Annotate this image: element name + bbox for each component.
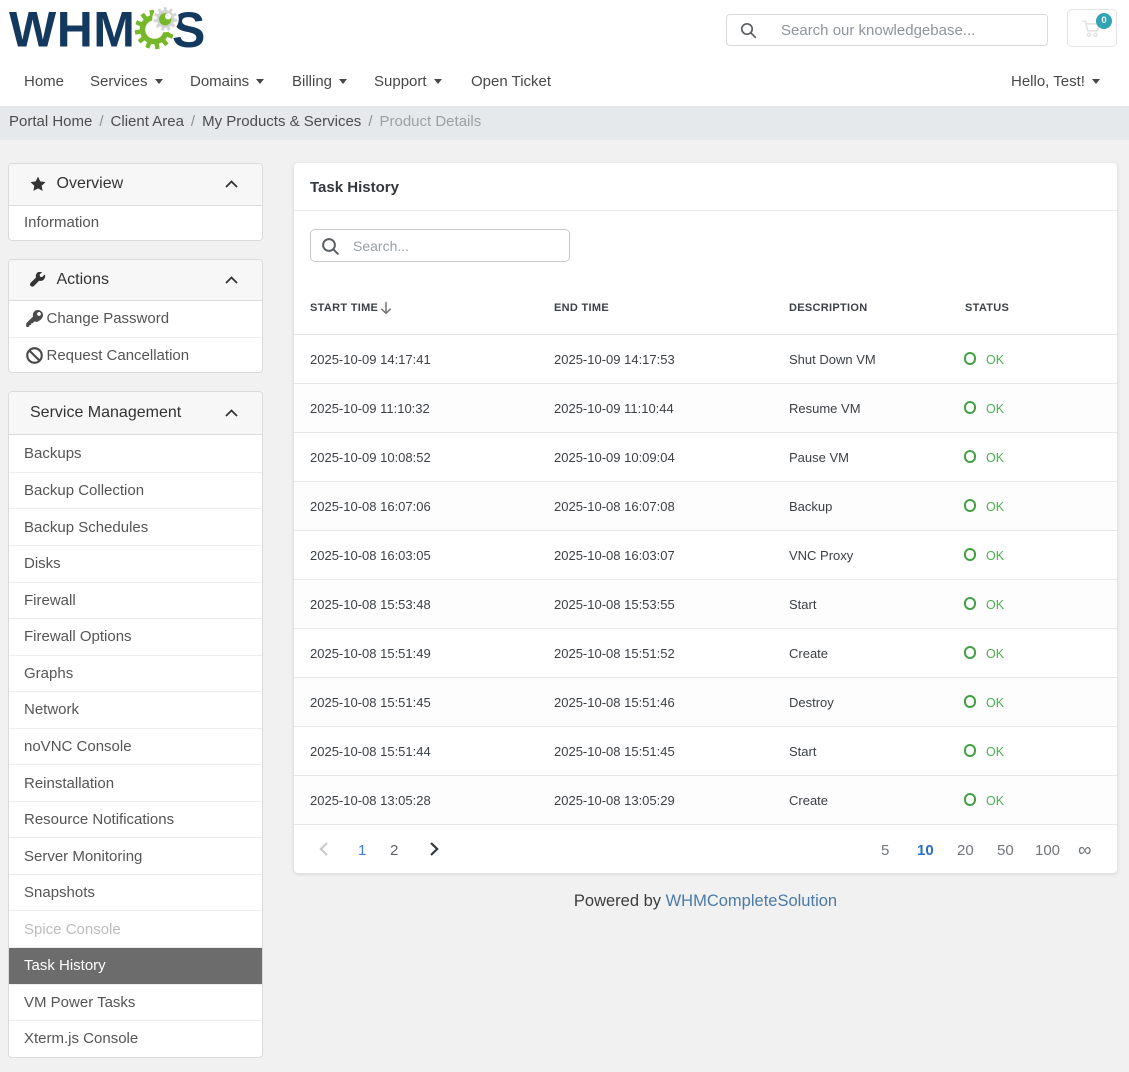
svg-text:S: S <box>172 2 205 54</box>
svg-text:WHM: WHM <box>9 2 135 55</box>
